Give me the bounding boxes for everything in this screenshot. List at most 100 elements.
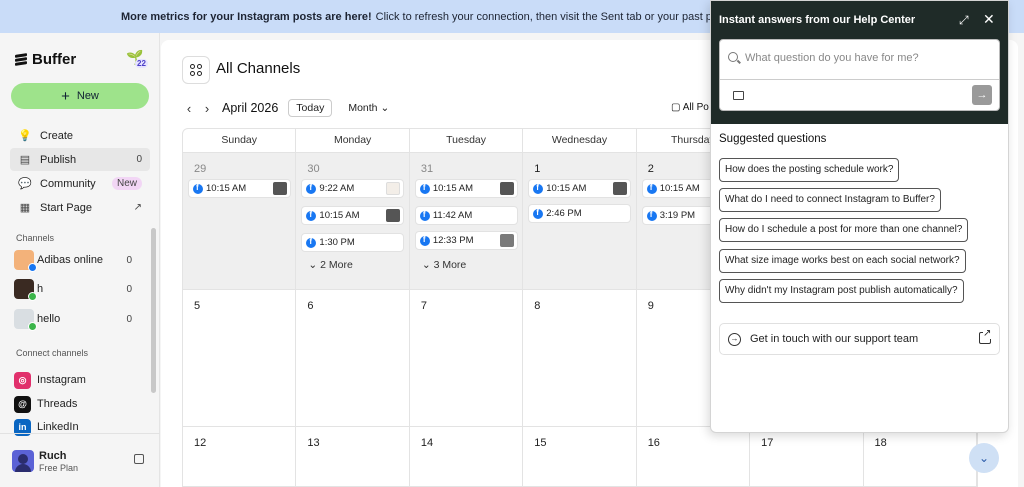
facebook-icon [193,183,203,194]
view-select[interactable]: Month ⌄ [348,102,389,114]
day-number: 1 [534,163,541,175]
day-number: 31 [420,163,434,175]
chat-bubbles-icon: 💬 [18,178,32,190]
calendar-day[interactable]: 5 [183,290,297,426]
close-icon[interactable]: ✕ [983,11,995,28]
image-upload-icon[interactable] [733,91,744,100]
scheduled-post[interactable]: 9:22 AM [301,179,405,198]
scheduled-post[interactable]: 1:30 PM [301,233,405,252]
chevron-left-icon[interactable]: ‹ [180,101,198,116]
today-button[interactable]: Today [288,99,333,117]
new-post-button[interactable]: + New [11,83,149,109]
more-label: 3 More [433,259,467,271]
calendar-day[interactable]: 13 [296,427,410,486]
banner-bold-text: More metrics for your Instagram posts ar… [121,10,372,23]
help-search-input[interactable] [745,49,990,67]
page-icon: ▦ [19,202,31,214]
post-thumbnail [499,234,514,247]
help-search-box: → [719,39,1000,111]
channel-name: Adibas online [37,254,104,266]
day-number: 29 [194,163,207,175]
sidebar-nav: 💡 Create ▤ Publish 0 💬 Community New ▦ S… [10,124,150,220]
calendar-day[interactable]: 14 [410,427,524,486]
calendar-day[interactable]: 31 10:15 AM 11:42 AM 12:33 PM ⌄ 3 More [409,153,524,289]
calendar-day[interactable]: 18 [864,427,977,486]
post-time: 10:15 AM [319,210,360,221]
calendar-day[interactable]: 16 [637,427,751,486]
threads-icon: @ [14,395,31,413]
suggested-question[interactable]: Why didn't my Instagram post publish aut… [719,279,964,303]
scheduled-post[interactable]: 10:15 AM [188,179,291,198]
connect-channels-heading: Connect channels [16,348,89,358]
send-button[interactable]: → [972,85,992,105]
day-number: 30 [307,163,320,175]
expand-icon[interactable]: ⤢ [959,13,969,28]
scheduled-post[interactable]: 2:46 PM [528,204,632,223]
user-profile[interactable]: Ruch Free Plan [0,433,160,487]
chevron-right-icon[interactable]: › [198,101,216,116]
channel-name: h [37,283,44,295]
suggested-question[interactable]: What size image works best on each socia… [719,249,966,273]
day-number: 16 [647,437,660,449]
calendar-day[interactable]: 15 [523,427,637,486]
scheduled-post[interactable]: 12:33 PM [414,231,518,250]
calendar-day[interactable]: 6 [296,290,410,426]
sidebar-item-create[interactable]: 💡 Create [10,124,150,147]
calendar-day[interactable]: 29 10:15 AM [183,153,297,289]
scheduled-post[interactable]: 10:15 AM [301,206,405,225]
sidebar-item-label: Start Page [40,201,92,214]
day-number: 9 [647,300,654,312]
channel-count: 0 [126,283,132,295]
day-number: 14 [420,437,434,449]
sidebar-item-publish[interactable]: ▤ Publish 0 [10,148,150,171]
channel-item[interactable]: hello 0 [14,308,134,331]
chevron-down-icon: ⌄ [978,451,990,465]
contact-support-button[interactable]: → Get in touch with our support team [719,323,1000,355]
facebook-icon [646,183,657,194]
post-time: 11:42 AM [432,210,473,221]
suggested-question[interactable]: How do I schedule a post for more than o… [719,218,969,242]
day-number: 17 [761,437,774,449]
scheduled-post[interactable]: 11:42 AM [414,206,518,225]
scheduled-post[interactable]: 10:15 AM [414,179,518,198]
collapse-sidebar-icon[interactable] [134,454,144,464]
facebook-icon [533,208,544,219]
channel-item[interactable]: h 0 [14,278,134,301]
suggested-question[interactable]: How does the posting schedule work? [719,158,900,182]
post-time: 2:46 PM [546,208,582,219]
post-time: 12:33 PM [432,235,474,246]
connect-label: Instagram [37,374,86,386]
more-label: 2 More [320,259,353,271]
scheduled-post[interactable]: 10:15 AM [528,179,632,198]
post-time: 10:15 AM [206,183,247,194]
connect-instagram[interactable]: ◎ Instagram [14,370,86,390]
day-number: 13 [307,437,320,449]
all-channels-icon [182,56,210,84]
more-posts-link[interactable]: ⌄ 3 More [422,259,466,271]
avatar [12,450,34,472]
connect-threads[interactable]: @ Threads [14,394,77,414]
facebook-icon [28,263,37,272]
calendar-day[interactable]: 12 [183,427,297,486]
scroll-down-button[interactable]: ⌄ [969,443,999,473]
help-center-panel: Instant answers from our Help Center ⤢ ✕… [710,0,1009,433]
sidebar-scrollbar[interactable] [151,228,156,393]
calendar-day[interactable]: 7 [410,290,524,426]
sidebar-item-community[interactable]: 💬 Community New [10,172,150,195]
more-posts-link[interactable]: ⌄ 2 More [308,259,352,271]
calendar-day[interactable]: 30 9:22 AM 10:15 AM 1:30 PM ⌄ 2 More [296,153,410,289]
external-link-icon [979,328,992,344]
channel-item[interactable]: Adibas online 0 [14,249,134,272]
post-thumbnail [613,182,628,195]
calendar-day[interactable]: 1 10:15 AM 2:46 PM [523,153,637,289]
day-number: 8 [534,300,541,312]
sprout-icon[interactable]: 🌱 22 [126,49,148,68]
buffer-logo[interactable]: Buffer [15,51,76,68]
suggested-question[interactable]: What do I need to connect Instagram to B… [719,188,941,212]
sidebar-item-start-page[interactable]: ▦ Start Page ↗ [10,196,150,219]
calendar-day[interactable]: 17 [750,427,864,486]
calendar-day[interactable]: 8 [523,290,637,426]
day-header: Tuesday [410,129,524,152]
post-thumbnail [273,182,287,195]
all-posts-filter[interactable]: ▢ All Po [671,102,709,113]
